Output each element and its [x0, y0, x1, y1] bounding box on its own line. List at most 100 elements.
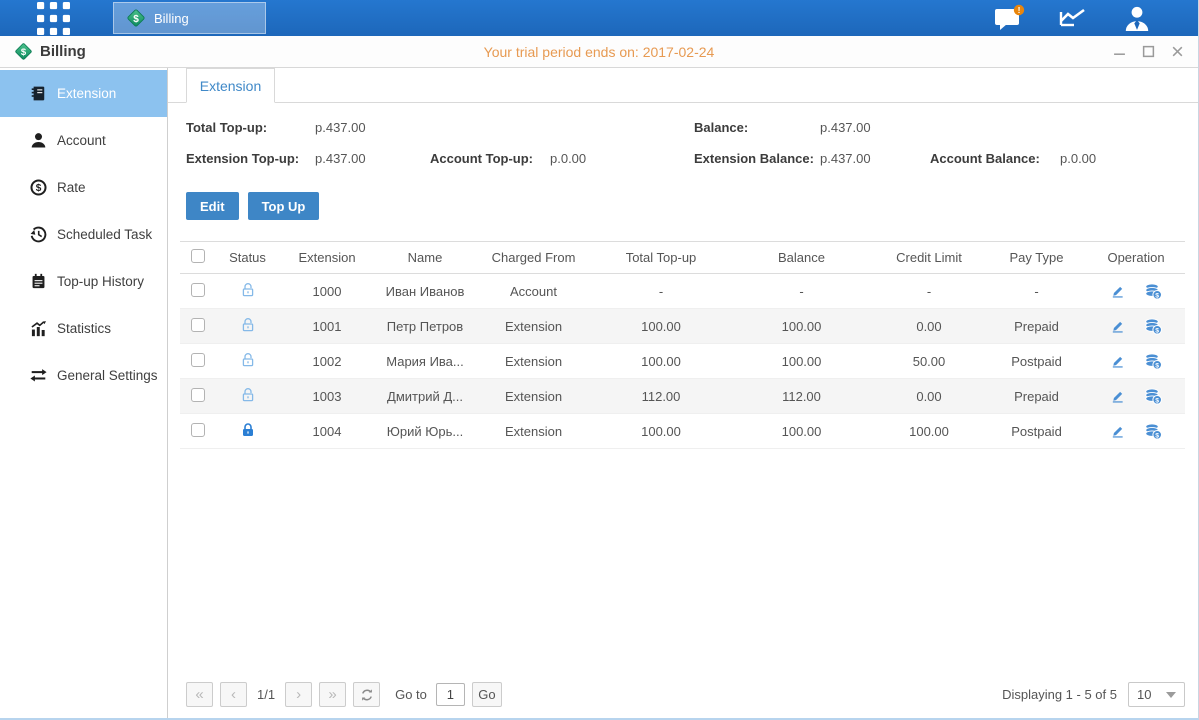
tab-extension[interactable]: Extension [186, 68, 275, 103]
cell-operation: $ [1087, 318, 1185, 335]
cell-total-topup: 112.00 [591, 389, 731, 404]
svg-text:$: $ [1155, 292, 1159, 299]
col-operation: Operation [1087, 250, 1185, 265]
svg-text:$: $ [21, 47, 27, 58]
cell-charged-from: Extension [476, 319, 591, 334]
cell-pay-type: Prepaid [986, 319, 1087, 334]
refresh-icon[interactable] [353, 682, 380, 707]
cell-charged-from: Account [476, 284, 591, 299]
close-icon[interactable] [1171, 45, 1184, 58]
extension-topup-value: p.437.00 [315, 151, 430, 166]
table-row: 1001 Петр Петров Extension 100.00 100.00… [180, 309, 1185, 344]
table-row: 1004 Юрий Юрь... Extension 100.00 100.00… [180, 414, 1185, 449]
window-title-group: $ Billing [14, 42, 86, 61]
col-total-topup: Total Top-up [591, 250, 731, 265]
edit-button[interactable]: Edit [186, 192, 239, 220]
sidebar-item-statistics[interactable]: Statistics [0, 305, 167, 352]
cell-charged-from: Extension [476, 389, 591, 404]
trial-notice: Your trial period ends on: 2017-02-24 [0, 44, 1198, 60]
first-page-button[interactable]: « [186, 682, 213, 707]
cell-name: Иван Иванов [374, 284, 476, 299]
edit-pencil-icon[interactable] [1110, 284, 1125, 299]
page-size-value: 10 [1137, 687, 1151, 702]
table-row: 1000 Иван Иванов Account - - - - $ [180, 274, 1185, 309]
account-topup-value: p.0.00 [550, 151, 694, 166]
minimize-icon[interactable] [1113, 45, 1126, 58]
topup-coins-icon[interactable]: $ [1144, 388, 1162, 405]
sidebar-item-general-settings[interactable]: General Settings [0, 352, 167, 399]
row-checkbox[interactable] [191, 388, 205, 402]
sidebar-item-label: Extension [57, 86, 116, 101]
extension-topup-label: Extension Top-up: [186, 151, 315, 166]
svg-text:$: $ [1155, 362, 1159, 369]
sidebar-item-rate[interactable]: $ Rate [0, 164, 167, 211]
table-row: 1003 Дмитрий Д... Extension 112.00 112.0… [180, 379, 1185, 414]
cell-operation: $ [1087, 423, 1185, 440]
select-all-checkbox[interactable] [191, 249, 205, 263]
edit-pencil-icon[interactable] [1110, 424, 1125, 439]
prev-page-button[interactable]: ‹ [220, 682, 247, 707]
sidebar-item-label: Statistics [57, 321, 111, 336]
cell-credit-limit: 100.00 [872, 424, 986, 439]
edit-pencil-icon[interactable] [1110, 389, 1125, 404]
topup-coins-icon[interactable]: $ [1144, 353, 1162, 370]
next-page-button[interactable]: › [285, 682, 312, 707]
cell-balance: - [731, 284, 872, 299]
row-checkbox[interactable] [191, 353, 205, 367]
cell-credit-limit: 50.00 [872, 354, 986, 369]
dropdown-arrow-icon [1166, 692, 1176, 698]
topup-coins-icon[interactable]: $ [1144, 423, 1162, 440]
cell-extension: 1001 [280, 319, 374, 334]
chart-icon[interactable] [1056, 4, 1090, 32]
row-checkbox[interactable] [191, 283, 205, 297]
col-status: Status [215, 250, 280, 265]
extension-balance-value: p.437.00 [820, 151, 930, 166]
sidebar-item-topup-history[interactable]: Top-up History [0, 258, 167, 305]
cell-operation: $ [1087, 388, 1185, 405]
row-checkbox[interactable] [191, 423, 205, 437]
billing-window: $ Billing ! [0, 0, 1199, 720]
row-checkbox[interactable] [191, 318, 205, 332]
billing-diamond-icon: $ [126, 8, 146, 28]
sidebar-item-extension[interactable]: Extension [0, 70, 167, 117]
cell-pay-type: Prepaid [986, 389, 1087, 404]
topup-coins-icon[interactable]: $ [1144, 283, 1162, 300]
svg-text:!: ! [1018, 5, 1021, 15]
lock-open-icon [240, 352, 256, 368]
message-icon[interactable]: ! [992, 4, 1026, 32]
table-row: 1002 Мария Ива... Extension 100.00 100.0… [180, 344, 1185, 379]
top-up-button[interactable]: Top Up [248, 192, 320, 220]
taskbar-tab-billing[interactable]: $ Billing [113, 2, 266, 34]
user-icon[interactable] [1120, 4, 1154, 32]
app-grid-icon[interactable] [35, 5, 71, 31]
account-balance-value: p.0.00 [1060, 151, 1185, 166]
edit-pencil-icon[interactable] [1110, 319, 1125, 334]
bar-chart-arrow-icon [30, 320, 47, 337]
go-button[interactable]: Go [472, 682, 502, 707]
history-clock-icon [30, 226, 47, 243]
status-lock [215, 387, 280, 406]
status-lock [215, 282, 280, 301]
maximize-icon[interactable] [1142, 45, 1155, 58]
cell-credit-limit: 0.00 [872, 389, 986, 404]
cell-total-topup: 100.00 [591, 319, 731, 334]
billing-diamond-icon: $ [14, 42, 33, 61]
col-pay-type: Pay Type [986, 250, 1087, 265]
sidebar: Extension Account $ Rate Scheduled Task [0, 68, 168, 718]
sidebar-item-scheduled-task[interactable]: Scheduled Task [0, 211, 167, 258]
col-balance: Balance [731, 250, 872, 265]
page-size-select[interactable]: 10 [1128, 682, 1185, 707]
displaying-text: Displaying 1 - 5 of 5 [1002, 687, 1117, 702]
cell-balance: 100.00 [731, 424, 872, 439]
cell-total-topup: - [591, 284, 731, 299]
sidebar-item-account[interactable]: Account [0, 117, 167, 164]
goto-page-input[interactable] [436, 683, 465, 706]
cell-name: Мария Ива... [374, 354, 476, 369]
taskbar-tab-label: Billing [154, 11, 189, 26]
svg-text:$: $ [1155, 327, 1159, 334]
col-credit-limit: Credit Limit [872, 250, 986, 265]
topup-coins-icon[interactable]: $ [1144, 318, 1162, 335]
last-page-button[interactable]: » [319, 682, 346, 707]
edit-pencil-icon[interactable] [1110, 354, 1125, 369]
account-topup-label: Account Top-up: [430, 151, 550, 166]
